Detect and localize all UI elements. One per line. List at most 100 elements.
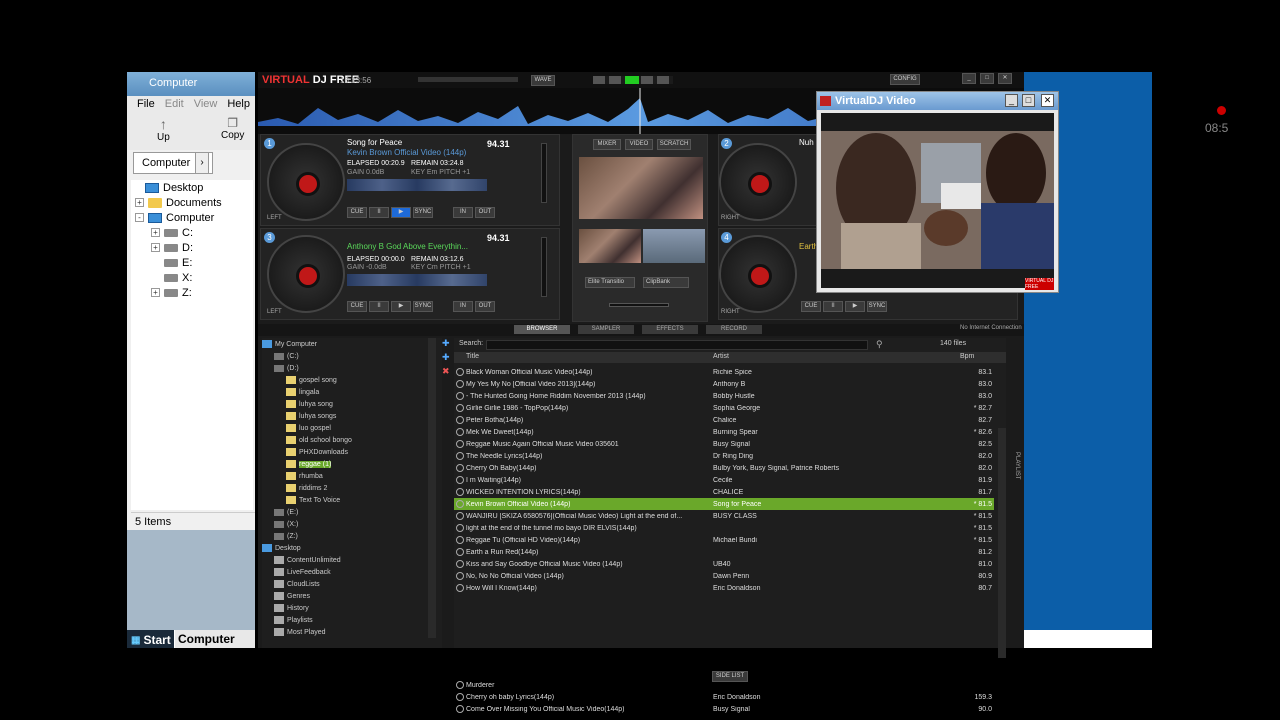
play-button[interactable]: ▶ — [391, 207, 411, 218]
close-icon[interactable]: ✕ — [1041, 94, 1054, 107]
folder-tree-item[interactable]: luhya song — [262, 398, 442, 410]
col-bpm[interactable]: Bpm — [960, 353, 974, 360]
folder-tree-item[interactable]: luo gospel — [262, 422, 442, 434]
folder-tree-item[interactable]: luhya songs — [262, 410, 442, 422]
track-row[interactable]: Kiss and Say Goodbye Official Music Vide… — [454, 558, 994, 570]
track-row[interactable]: Reggae Music Again Official Music Video … — [454, 438, 994, 450]
track-row[interactable]: No, No No Official Video (144p) Dawn Penn… — [454, 570, 994, 582]
transition-select[interactable]: Elite Transitio — [585, 277, 635, 288]
track-row[interactable]: Come Over Missing You Official Music Vid… — [454, 703, 994, 715]
deck3-mini-waveform[interactable] — [347, 274, 487, 286]
loop-out-button[interactable]: OUT — [475, 207, 495, 218]
platter-4[interactable] — [719, 235, 797, 313]
minimize-icon[interactable]: _ — [1005, 94, 1018, 107]
folder-tree-item[interactable]: CloudLists — [262, 578, 442, 590]
expand-icon[interactable]: + — [151, 243, 160, 252]
tree-computer[interactable]: - Computer — [131, 210, 253, 225]
folder-tree-item[interactable]: PHXDownloads — [262, 446, 442, 458]
loop-in-button[interactable]: IN — [453, 301, 473, 312]
favorite-folder-icon[interactable]: ✚ — [442, 352, 452, 362]
pause-button[interactable]: II — [369, 207, 389, 218]
folder-tree-item[interactable]: (X:) — [262, 518, 442, 530]
folder-tree-item[interactable]: ContentUnlimited — [262, 554, 442, 566]
tab-record[interactable]: RECORD — [706, 325, 762, 334]
search-input[interactable] — [486, 340, 868, 350]
address-chevron-icon[interactable]: › — [195, 152, 209, 174]
track-row[interactable]: Earth a Run Red(144p) 81.2 — [454, 546, 994, 558]
pause-button[interactable]: II — [369, 301, 389, 312]
track-row[interactable]: - The Hunted Going Home Riddim November … — [454, 390, 994, 402]
tab-video[interactable]: VIDEO — [625, 139, 653, 150]
menu-help[interactable]: Help — [227, 98, 250, 114]
folder-tree-item[interactable]: (Z:) — [262, 530, 442, 542]
folder-tree-item[interactable]: lingala — [262, 386, 442, 398]
folder-tree-item[interactable]: reggae (1) — [262, 458, 442, 470]
collapse-icon[interactable]: - — [135, 213, 144, 222]
folder-tree-item[interactable]: Genres — [262, 590, 442, 602]
video-crossfader[interactable] — [609, 303, 669, 307]
pause-button[interactable]: II — [823, 301, 843, 312]
platter-1[interactable] — [267, 143, 345, 221]
tree-documents[interactable]: + Documents — [131, 195, 253, 210]
sync-button[interactable]: SYNC — [413, 301, 433, 312]
track-row[interactable]: light at the end of the tunnel mo bayo D… — [454, 522, 994, 534]
col-artist[interactable]: Artist — [713, 353, 729, 360]
folder-tree-item[interactable]: old school bongo — [262, 434, 442, 446]
tab-mixer[interactable]: MIXER — [593, 139, 621, 150]
track-row[interactable]: WANJIRU [SKIZA 6580576](Official Music V… — [454, 510, 994, 522]
tab-effects[interactable]: EFFECTS — [642, 325, 698, 334]
deck1-mini-waveform[interactable] — [347, 179, 487, 191]
platter-2[interactable] — [719, 143, 797, 221]
menu-view[interactable]: View — [194, 98, 218, 114]
track-row[interactable]: Black Woman Official Music Video(144p) Ri… — [454, 366, 994, 378]
tree-drive-d[interactable]: + D: — [131, 240, 253, 255]
menu-file[interactable]: File — [137, 98, 155, 114]
folder-tree-item[interactable]: Text To Voice — [262, 494, 442, 506]
expand-icon[interactable]: + — [135, 198, 144, 207]
active-layout-button[interactable] — [625, 76, 639, 84]
tree-drive-e[interactable]: E: — [131, 255, 253, 270]
folder-tree-item[interactable]: riddims 2 — [262, 482, 442, 494]
tree-drive-z[interactable]: + Z: — [131, 285, 253, 300]
track-row[interactable]: Mek We Dweet(144p) Burning Spear * 82.6 — [454, 426, 994, 438]
tree-drive-x[interactable]: X: — [131, 270, 253, 285]
folder-tree-item[interactable]: (D:) — [262, 362, 442, 374]
folder-tree-item[interactable]: History — [262, 602, 442, 614]
loop-out-button[interactable]: OUT — [475, 301, 495, 312]
track-row[interactable]: WICKED INTENTION LYRICS(144p) CHALICE 81.7 — [454, 486, 994, 498]
cue-button[interactable]: CUE — [347, 207, 367, 218]
folder-tree-item[interactable]: Desktop — [262, 542, 442, 554]
copy-button[interactable]: ❐ Copy — [221, 116, 244, 141]
maximize-icon[interactable]: □ — [1022, 94, 1035, 107]
folder-tree-item[interactable]: (E:) — [262, 506, 442, 518]
track-row[interactable]: Kevin Brown Official Video (144p) Song fo… — [454, 498, 994, 510]
track-row[interactable]: Murderer — [454, 679, 994, 691]
up-button[interactable]: ↑ Up — [157, 116, 170, 143]
track-row[interactable]: I m Waiting(144p) Cecile 81.9 — [454, 474, 994, 486]
tree-desktop[interactable]: Desktop — [131, 180, 253, 195]
sync-button[interactable]: SYNC — [413, 207, 433, 218]
track-row[interactable]: How Will I Know(144p) Eric Donaldson 80.7 — [454, 582, 994, 594]
platter-3[interactable] — [267, 235, 345, 313]
tab-scratch[interactable]: SCRATCH — [657, 139, 691, 150]
tab-browser[interactable]: BROWSER — [514, 325, 570, 334]
folder-tree-item[interactable]: My Computer — [262, 338, 442, 350]
config-button[interactable]: CONFIG — [890, 74, 920, 85]
expand-icon[interactable]: + — [151, 228, 160, 237]
remove-folder-icon[interactable]: ✖ — [442, 366, 452, 376]
taskbar-computer[interactable]: Computer — [175, 630, 255, 648]
track-row[interactable]: Reggae Tu (Official HD Video)(144p) Micha… — [454, 534, 994, 546]
folder-tree-item[interactable]: (C:) — [262, 350, 442, 362]
menu-edit[interactable]: Edit — [165, 98, 184, 114]
folder-tree-item[interactable]: Most Played — [262, 626, 442, 638]
tab-sampler[interactable]: SAMPLER — [578, 325, 634, 334]
sync-button[interactable]: SYNC — [867, 301, 887, 312]
folder-tree-item[interactable]: gospel song — [262, 374, 442, 386]
maximize-icon[interactable]: □ — [980, 73, 994, 84]
close-icon[interactable]: ✕ — [998, 73, 1012, 84]
effect-select[interactable]: ClipBank — [643, 277, 689, 288]
track-row[interactable]: Cherry Oh Baby(144p) Bulby York, Busy Sig… — [454, 462, 994, 474]
track-row[interactable]: The Needle Lyrics(144p) Dr Ring Ding 82.0 — [454, 450, 994, 462]
loop-in-button[interactable]: IN — [453, 207, 473, 218]
add-folder-icon[interactable]: ✚ — [442, 338, 452, 348]
